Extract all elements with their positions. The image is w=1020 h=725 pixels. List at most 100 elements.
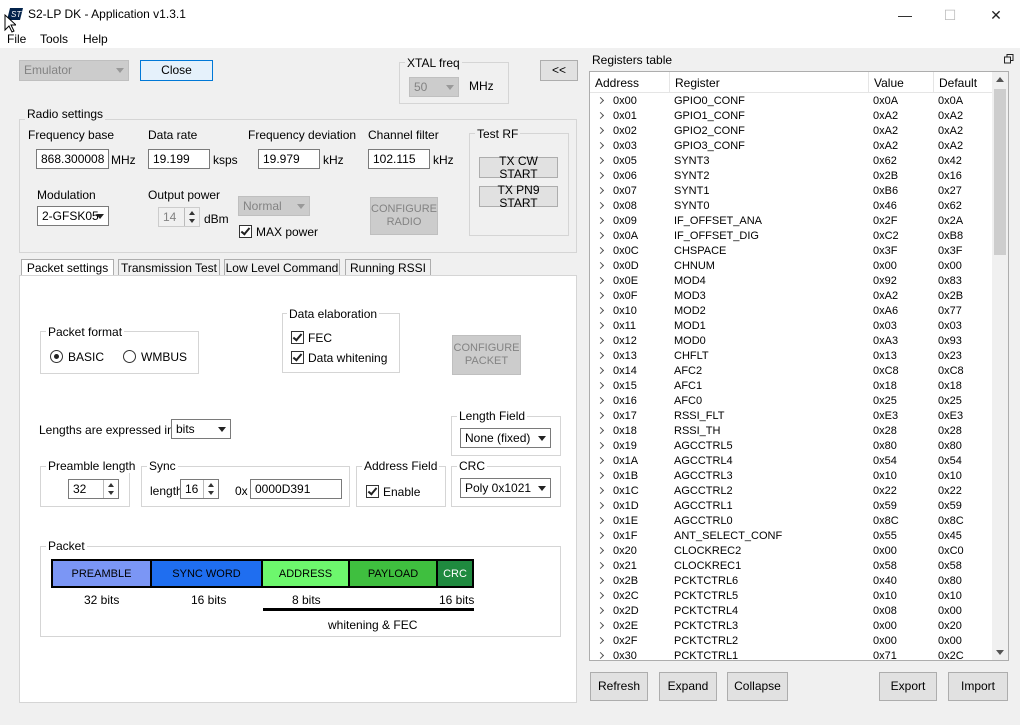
register-row[interactable]: 0x13 CHFLT 0x13 0x23: [590, 349, 994, 364]
chevron-right-icon[interactable]: [596, 111, 605, 120]
register-row[interactable]: 0x12 MOD0 0xA3 0x93: [590, 334, 994, 349]
register-row[interactable]: 0x30 PCKTCTRL1 0x71 0x2C: [590, 649, 994, 660]
register-row[interactable]: 0x0C CHSPACE 0x3F 0x3F: [590, 244, 994, 259]
chevron-right-icon[interactable]: [596, 201, 605, 210]
register-value[interactable]: 0xC8: [873, 365, 899, 377]
register-row[interactable]: 0x21 CLOCKREC1 0x58 0x58: [590, 559, 994, 574]
register-value[interactable]: 0x25: [873, 395, 897, 407]
menu-help[interactable]: Help: [83, 32, 108, 46]
register-row[interactable]: 0x11 MOD1 0x03 0x03: [590, 319, 994, 334]
chevron-right-icon[interactable]: [596, 636, 605, 645]
output-power-spinner[interactable]: 14: [158, 207, 200, 227]
register-row[interactable]: 0x20 CLOCKREC2 0x00 0xC0: [590, 544, 994, 559]
import-button[interactable]: Import: [948, 672, 1008, 701]
register-value[interactable]: 0x22: [873, 485, 897, 497]
tx-cw-start-button[interactable]: TX CW START: [479, 154, 558, 180]
register-value[interactable]: 0x92: [873, 275, 897, 287]
register-row[interactable]: 0x14 AFC2 0xC8 0xC8: [590, 364, 994, 379]
register-value[interactable]: 0x54: [873, 455, 897, 467]
xtal-select[interactable]: 50: [409, 77, 459, 97]
register-row[interactable]: 0x16 AFC0 0x25 0x25: [590, 394, 994, 409]
register-value[interactable]: 0xA6: [873, 305, 898, 317]
spin-down-icon[interactable]: [189, 219, 195, 223]
spin-down-icon[interactable]: [208, 491, 214, 495]
max-power-checkbox[interactable]: [239, 225, 252, 238]
channel-filter-input[interactable]: 102.115: [368, 149, 430, 169]
length-field-select[interactable]: None (fixed): [460, 428, 551, 448]
register-value[interactable]: 0x10: [873, 470, 897, 482]
chevron-right-icon[interactable]: [596, 396, 605, 405]
register-row[interactable]: 0x17 RSSI_FLT 0xE3 0xE3: [590, 409, 994, 424]
register-row[interactable]: 0x1E AGCCTRL0 0x8C 0x8C: [590, 514, 994, 529]
register-value[interactable]: 0x2B: [873, 170, 898, 182]
whitening-checkbox[interactable]: [291, 351, 304, 364]
register-value[interactable]: 0x13: [873, 350, 897, 362]
register-value[interactable]: 0x10: [873, 590, 897, 602]
register-value[interactable]: 0xA2: [873, 125, 898, 137]
spin-up-icon[interactable]: [189, 211, 195, 215]
chevron-right-icon[interactable]: [596, 351, 605, 360]
register-row[interactable]: 0x15 AFC1 0x18 0x18: [590, 379, 994, 394]
register-value[interactable]: 0x59: [873, 500, 897, 512]
register-row[interactable]: 0x07 SYNT1 0xB6 0x27: [590, 184, 994, 199]
register-row[interactable]: 0x1D AGCCTRL1 0x59 0x59: [590, 499, 994, 514]
register-value[interactable]: 0xE3: [873, 410, 898, 422]
chevron-right-icon[interactable]: [596, 531, 605, 540]
device-select[interactable]: Emulator: [19, 60, 129, 81]
register-row[interactable]: 0x0D CHNUM 0x00 0x00: [590, 259, 994, 274]
crc-select[interactable]: Poly 0x1021: [460, 478, 551, 498]
export-button[interactable]: Export: [879, 672, 937, 701]
collapse-button[interactable]: Collapse: [727, 672, 788, 701]
column-register[interactable]: Register: [675, 76, 720, 90]
spin-up-icon[interactable]: [108, 483, 114, 487]
scroll-up-icon[interactable]: [996, 77, 1004, 82]
register-row[interactable]: 0x0F MOD3 0xA2 0x2B: [590, 289, 994, 304]
register-row[interactable]: 0x1A AGCCTRL4 0x54 0x54: [590, 454, 994, 469]
chevron-right-icon[interactable]: [596, 246, 605, 255]
register-value[interactable]: 0x03: [873, 320, 897, 332]
tab-running-rssi[interactable]: Running RSSI: [345, 259, 431, 276]
register-value[interactable]: 0xA3: [873, 335, 898, 347]
close-connection-button[interactable]: Close: [140, 60, 213, 81]
chevron-right-icon[interactable]: [596, 126, 605, 135]
register-row[interactable]: 0x18 RSSI_TH 0x28 0x28: [590, 424, 994, 439]
chevron-right-icon[interactable]: [596, 486, 605, 495]
format-basic-radio[interactable]: [50, 350, 63, 363]
register-row[interactable]: 0x05 SYNT3 0x62 0x42: [590, 154, 994, 169]
registers-scrollbar[interactable]: [992, 72, 1008, 660]
chevron-right-icon[interactable]: [596, 276, 605, 285]
freq-dev-input[interactable]: 19.979: [258, 149, 320, 169]
chevron-right-icon[interactable]: [596, 591, 605, 600]
chevron-right-icon[interactable]: [596, 306, 605, 315]
collapse-panel-button[interactable]: <<: [540, 60, 578, 81]
register-row[interactable]: 0x0E MOD4 0x92 0x83: [590, 274, 994, 289]
register-row[interactable]: 0x1B AGCCTRL3 0x10 0x10: [590, 469, 994, 484]
spin-up-icon[interactable]: [208, 483, 214, 487]
register-value[interactable]: 0xC2: [873, 230, 899, 242]
register-value[interactable]: 0x80: [873, 440, 897, 452]
register-value[interactable]: 0xA2: [873, 110, 898, 122]
register-value[interactable]: 0xB6: [873, 185, 898, 197]
chevron-right-icon[interactable]: [596, 516, 605, 525]
preamble-spinner[interactable]: 32: [68, 479, 119, 499]
register-value[interactable]: 0x00: [873, 545, 897, 557]
chevron-right-icon[interactable]: [596, 216, 605, 225]
register-row[interactable]: 0x03 GPIO3_CONF 0xA2 0xA2: [590, 139, 994, 154]
register-row[interactable]: 0x06 SYNT2 0x2B 0x16: [590, 169, 994, 184]
maximize-button[interactable]: ☐: [927, 0, 973, 30]
chevron-right-icon[interactable]: [596, 576, 605, 585]
configure-packet-button[interactable]: CONFIGURE PACKET: [452, 335, 521, 375]
chevron-right-icon[interactable]: [596, 96, 605, 105]
register-value[interactable]: 0x40: [873, 575, 897, 587]
chevron-right-icon[interactable]: [596, 336, 605, 345]
chevron-right-icon[interactable]: [596, 381, 605, 390]
chevron-right-icon[interactable]: [596, 441, 605, 450]
register-value[interactable]: 0x62: [873, 155, 897, 167]
lengths-unit-select[interactable]: bits: [171, 419, 231, 439]
register-row[interactable]: 0x2B PCKTCTRL6 0x40 0x80: [590, 574, 994, 589]
scrollbar-thumb[interactable]: [994, 89, 1006, 255]
format-wmbus-radio[interactable]: [123, 350, 136, 363]
menu-tools[interactable]: Tools: [40, 32, 68, 46]
chevron-right-icon[interactable]: [596, 141, 605, 150]
minimize-button[interactable]: —: [882, 0, 928, 30]
